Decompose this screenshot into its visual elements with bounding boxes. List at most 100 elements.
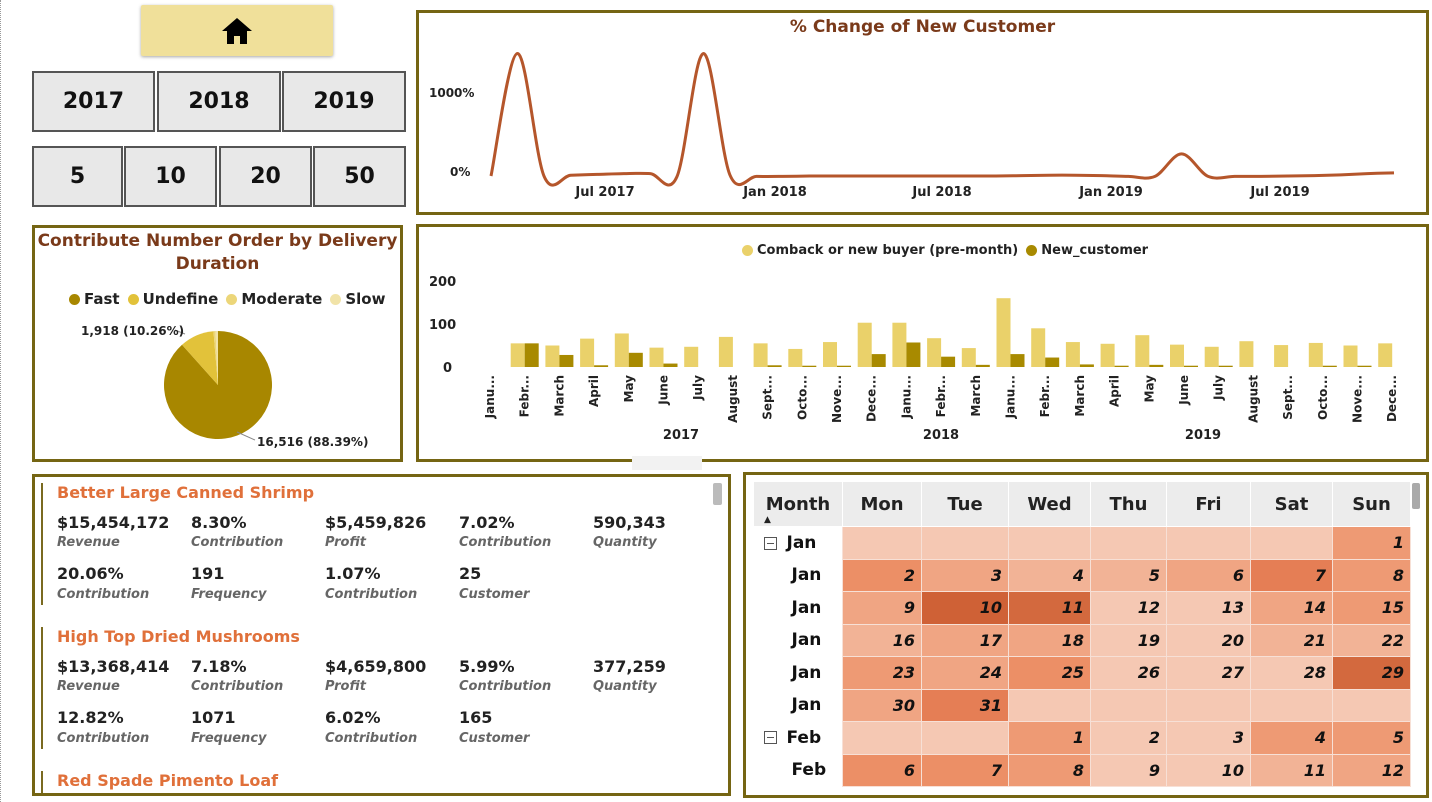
bar-new-customer[interactable] xyxy=(906,342,921,367)
bar-comeback[interactable] xyxy=(1170,344,1184,367)
day-cell[interactable]: 2 xyxy=(1090,721,1167,755)
day-cell[interactable]: 12 xyxy=(1090,591,1167,625)
bar-new-customer[interactable] xyxy=(975,364,990,367)
visual-header-handles[interactable] xyxy=(632,456,702,470)
day-column-header[interactable]: Fri xyxy=(1166,481,1251,527)
day-cell[interactable]: 3 xyxy=(921,558,1009,592)
day-cell[interactable]: 8 xyxy=(1008,753,1091,787)
bar-new-customer[interactable] xyxy=(802,365,817,367)
day-cell[interactable] xyxy=(1090,688,1167,722)
day-cell[interactable]: 19 xyxy=(1090,623,1167,657)
day-cell[interactable] xyxy=(921,721,1009,755)
day-cell[interactable]: 8 xyxy=(1332,558,1411,592)
bar-comeback[interactable] xyxy=(857,322,872,367)
day-cell[interactable]: 17 xyxy=(921,623,1009,657)
day-column-header[interactable]: Sat xyxy=(1250,481,1333,527)
bar-comeback[interactable] xyxy=(649,347,664,367)
day-cell[interactable]: 11 xyxy=(1250,753,1333,787)
day-cell[interactable]: 23 xyxy=(842,656,922,690)
bar-comeback[interactable] xyxy=(1378,343,1393,367)
day-cell[interactable] xyxy=(1090,526,1167,560)
bar-new-customer[interactable] xyxy=(1184,365,1198,367)
bar-comeback[interactable] xyxy=(1343,345,1358,368)
scrollbar[interactable] xyxy=(1412,483,1420,509)
bar-comeback[interactable] xyxy=(718,336,733,367)
day-cell[interactable]: 4 xyxy=(1008,558,1091,592)
day-cell[interactable]: 5 xyxy=(1090,558,1167,592)
day-cell[interactable]: 10 xyxy=(921,591,1009,625)
day-cell[interactable]: 16 xyxy=(842,623,922,657)
bar-new-customer[interactable] xyxy=(1114,365,1129,367)
bar-new-customer[interactable] xyxy=(663,363,678,367)
day-cell[interactable]: 6 xyxy=(1166,558,1251,592)
bar-comeback[interactable] xyxy=(961,348,976,367)
bar-comeback[interactable] xyxy=(614,333,629,367)
day-cell[interactable] xyxy=(1332,688,1411,722)
day-column-header[interactable]: Tue xyxy=(921,481,1009,527)
day-cell[interactable]: 15 xyxy=(1332,591,1411,625)
bar-comeback[interactable] xyxy=(545,345,560,368)
day-cell[interactable]: 26 xyxy=(1090,656,1167,690)
day-cell[interactable]: 1 xyxy=(1008,721,1091,755)
bar-new-customer[interactable] xyxy=(871,354,886,367)
bar-comeback[interactable] xyxy=(788,348,803,367)
month-column-header[interactable]: Month ▲ xyxy=(753,481,843,527)
bar-comeback[interactable] xyxy=(1100,343,1115,367)
product-card[interactable]: Better Large Canned Shrimp $15,454,172 R… xyxy=(41,483,703,605)
bar-new-customer[interactable] xyxy=(1218,365,1233,367)
year-2019-button[interactable]: 2019 xyxy=(282,71,406,132)
bar-new-customer[interactable] xyxy=(628,352,643,367)
collapse-icon[interactable] xyxy=(763,731,777,745)
day-cell[interactable] xyxy=(842,526,922,560)
day-cell[interactable]: 24 xyxy=(921,656,1009,690)
bar-comeback[interactable] xyxy=(996,298,1011,367)
month-cell[interactable]: Feb xyxy=(753,721,843,754)
year-2018-button[interactable]: 2018 xyxy=(157,71,281,132)
day-cell[interactable]: 28 xyxy=(1250,656,1333,690)
bar-new-customer[interactable] xyxy=(559,354,574,367)
day-cell[interactable]: 30 xyxy=(842,688,922,722)
day-column-header[interactable]: Wed xyxy=(1008,481,1091,527)
bar-comeback[interactable] xyxy=(1274,345,1289,367)
day-cell[interactable]: 20 xyxy=(1166,623,1251,657)
bar-comeback[interactable] xyxy=(1135,335,1150,367)
scrollbar[interactable] xyxy=(713,483,722,505)
top-50-button[interactable]: 50 xyxy=(313,146,406,207)
day-cell[interactable]: 21 xyxy=(1250,623,1333,657)
month-cell[interactable]: Jan xyxy=(753,526,843,559)
bar-new-customer[interactable] xyxy=(1045,357,1060,367)
day-cell[interactable]: 4 xyxy=(1250,721,1333,755)
day-cell[interactable] xyxy=(1008,688,1091,722)
top-5-button[interactable]: 5 xyxy=(32,146,123,207)
top-10-button[interactable]: 10 xyxy=(124,146,217,207)
day-column-header[interactable]: Mon xyxy=(842,481,922,527)
day-cell[interactable] xyxy=(1250,688,1333,722)
bar-new-customer[interactable] xyxy=(837,365,851,367)
bar-comeback[interactable] xyxy=(1065,342,1080,367)
day-cell[interactable]: 11 xyxy=(1008,591,1091,625)
bar-comeback[interactable] xyxy=(1308,342,1323,367)
bar-new-customer[interactable] xyxy=(1322,365,1337,367)
day-cell[interactable]: 1 xyxy=(1332,526,1411,560)
bar-new-customer[interactable] xyxy=(1149,364,1164,367)
bar-new-customer[interactable] xyxy=(1010,354,1025,367)
bar-new-customer[interactable] xyxy=(941,356,956,367)
day-cell[interactable] xyxy=(842,721,922,755)
day-cell[interactable]: 29 xyxy=(1332,656,1411,690)
day-cell[interactable]: 3 xyxy=(1166,721,1251,755)
top-20-button[interactable]: 20 xyxy=(219,146,312,207)
day-cell[interactable]: 31 xyxy=(921,688,1009,722)
day-cell[interactable]: 5 xyxy=(1332,721,1411,755)
bar-comeback[interactable] xyxy=(823,342,837,367)
home-button[interactable] xyxy=(141,5,333,56)
bar-comeback[interactable] xyxy=(1204,346,1219,367)
day-cell[interactable]: 27 xyxy=(1166,656,1251,690)
bar-new-customer[interactable] xyxy=(767,365,782,367)
bar-new-customer[interactable] xyxy=(1357,365,1372,367)
day-cell[interactable]: 13 xyxy=(1166,591,1251,625)
bar-comeback[interactable] xyxy=(510,343,525,367)
bar-comeback[interactable] xyxy=(580,338,595,367)
day-cell[interactable]: 7 xyxy=(1250,558,1333,592)
bar-comeback[interactable] xyxy=(684,346,699,367)
collapse-icon[interactable] xyxy=(763,536,777,550)
